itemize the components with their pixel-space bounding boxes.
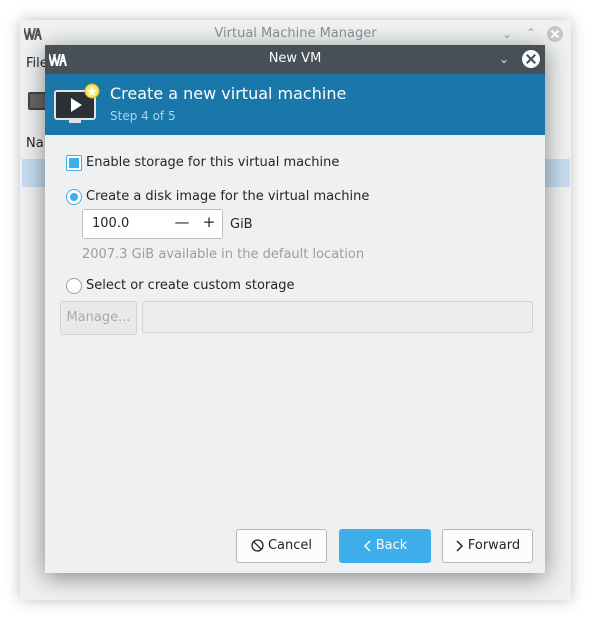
plus-icon[interactable]: + bbox=[200, 213, 218, 231]
minus-icon[interactable]: — bbox=[173, 213, 191, 231]
new-vm-icon bbox=[54, 83, 100, 123]
close-icon[interactable] bbox=[547, 26, 563, 42]
dialog-titlebar[interactable]: New VM ⌄ bbox=[45, 45, 545, 74]
custom-storage-label[interactable]: Select or create custom storage bbox=[86, 278, 294, 293]
wizard-title: Create a new virtual machine bbox=[110, 84, 347, 103]
wizard-step: Step 4 of 5 bbox=[110, 109, 176, 123]
main-window-title: Virtual Machine Manager bbox=[214, 26, 377, 41]
enable-storage-label[interactable]: Enable storage for this virtual machine bbox=[86, 155, 339, 170]
disk-size-unit: GiB bbox=[230, 217, 253, 232]
cancel-label: Cancel bbox=[267, 538, 313, 553]
available-space-text: 2007.3 GiB available in the default loca… bbox=[82, 247, 365, 262]
cancel-icon bbox=[251, 539, 264, 552]
create-disk-radio[interactable] bbox=[66, 189, 82, 205]
chevron-up-icon[interactable]: ⌃ bbox=[526, 26, 536, 40]
disk-size-value[interactable]: 100.0 bbox=[92, 216, 129, 231]
new-vm-dialog: New VM ⌄ Create a new virtual machine St… bbox=[45, 45, 545, 573]
back-label: Back bbox=[375, 538, 408, 553]
cancel-button[interactable]: Cancel bbox=[236, 529, 327, 563]
dialog-title: New VM bbox=[268, 51, 322, 66]
close-icon[interactable] bbox=[522, 50, 540, 68]
storage-path-input[interactable] bbox=[142, 301, 533, 333]
wizard-header: Create a new virtual machine Step 4 of 5 bbox=[45, 74, 545, 135]
disk-size-spinbox[interactable]: 100.0 — + bbox=[82, 209, 223, 239]
chevron-right-icon bbox=[456, 539, 463, 552]
create-disk-label[interactable]: Create a disk image for the virtual mach… bbox=[86, 189, 369, 204]
enable-storage-checkbox[interactable] bbox=[66, 155, 82, 171]
back-button[interactable]: Back bbox=[339, 529, 431, 563]
chevron-left-icon bbox=[363, 539, 371, 552]
forward-button[interactable]: Forward bbox=[442, 529, 533, 563]
forward-label: Forward bbox=[467, 538, 521, 553]
custom-storage-radio[interactable] bbox=[66, 278, 82, 294]
chevron-down-icon[interactable]: ⌄ bbox=[502, 27, 512, 41]
manage-button[interactable]: Manage... bbox=[60, 301, 137, 335]
chevron-down-icon[interactable]: ⌄ bbox=[499, 52, 509, 66]
